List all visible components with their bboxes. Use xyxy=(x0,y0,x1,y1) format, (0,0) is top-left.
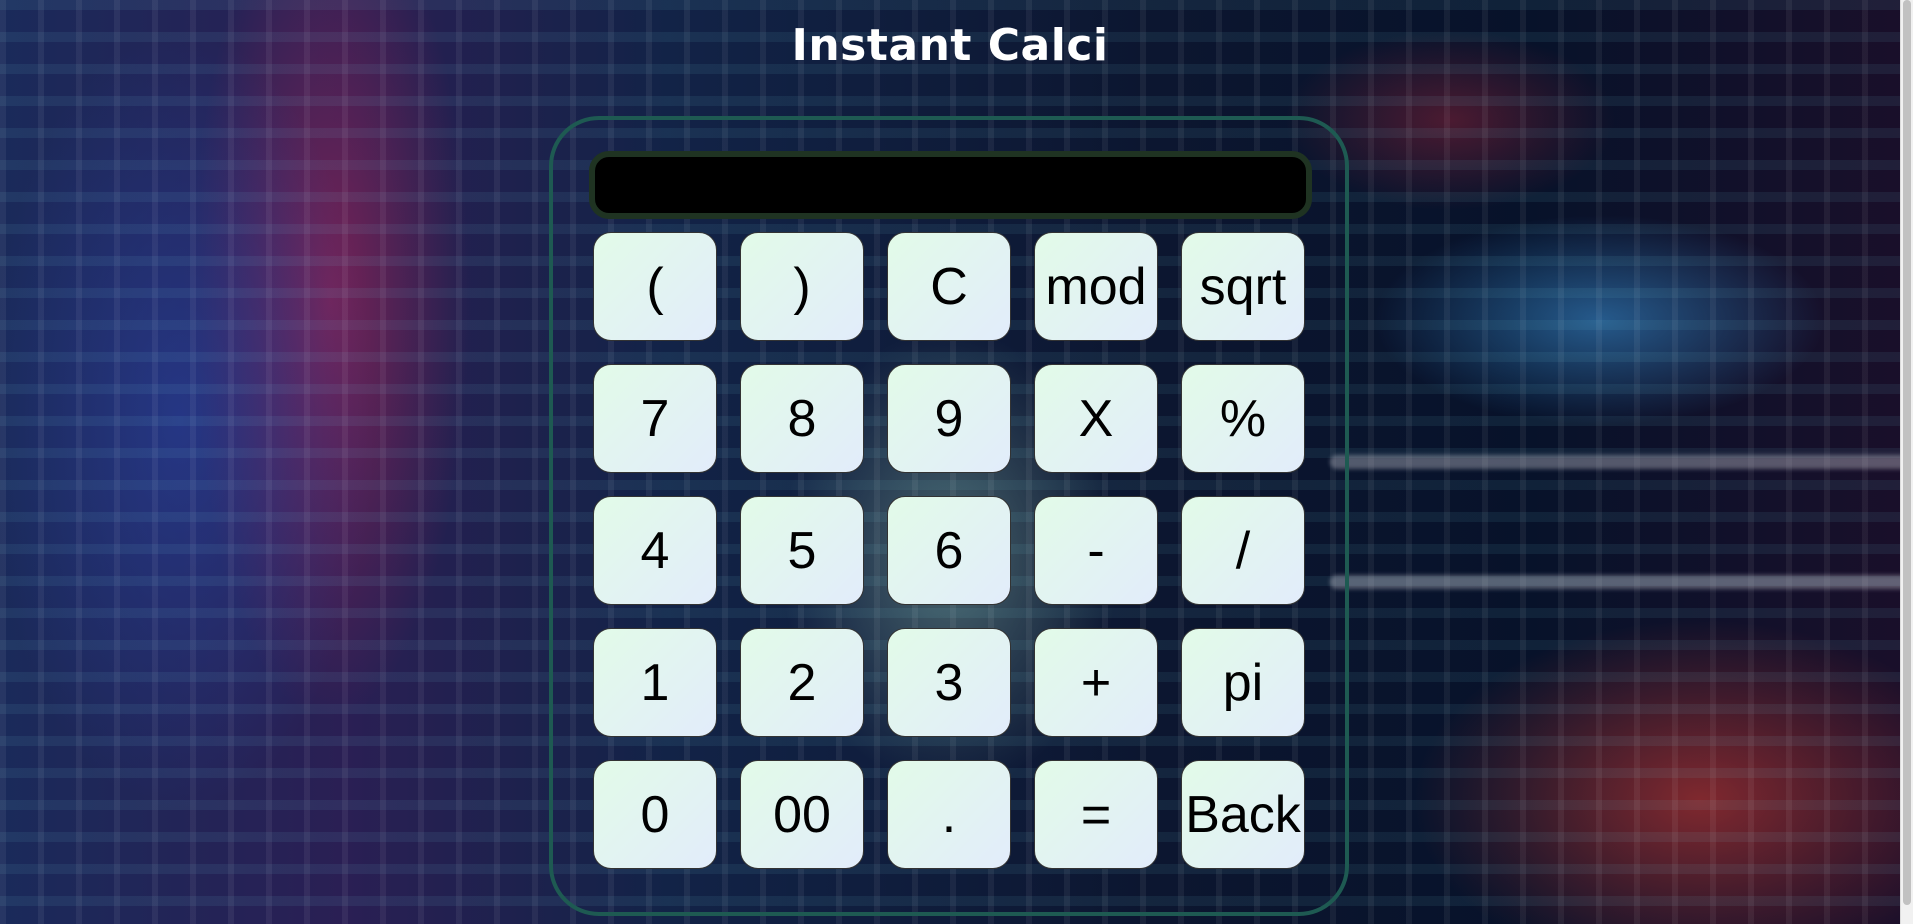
digit-3-button[interactable]: 3 xyxy=(887,628,1011,737)
digit-2-button[interactable]: 2 xyxy=(740,628,864,737)
equals-button[interactable]: = xyxy=(1034,760,1158,869)
double-zero-button[interactable]: 00 xyxy=(740,760,864,869)
keypad: ( ) C mod sqrt 7 8 9 X % 4 5 6 - / 1 2 3… xyxy=(593,232,1305,869)
digit-9-button[interactable]: 9 xyxy=(887,364,1011,473)
digit-5-button[interactable]: 5 xyxy=(740,496,864,605)
percent-button[interactable]: % xyxy=(1181,364,1305,473)
vertical-scrollbar[interactable] xyxy=(1900,0,1913,924)
multiply-button[interactable]: X xyxy=(1034,364,1158,473)
divide-button[interactable]: / xyxy=(1181,496,1305,605)
subtract-button[interactable]: - xyxy=(1034,496,1158,605)
digit-0-button[interactable]: 0 xyxy=(593,760,717,869)
background-code-line xyxy=(1330,455,1913,469)
add-button[interactable]: + xyxy=(1034,628,1158,737)
digit-6-button[interactable]: 6 xyxy=(887,496,1011,605)
digit-7-button[interactable]: 7 xyxy=(593,364,717,473)
calculator-display[interactable] xyxy=(589,151,1312,219)
decimal-point-button[interactable]: . xyxy=(887,760,1011,869)
background-code-line xyxy=(1330,575,1913,589)
close-paren-button[interactable]: ) xyxy=(740,232,864,341)
mod-button[interactable]: mod xyxy=(1034,232,1158,341)
backspace-button[interactable]: Back xyxy=(1181,760,1305,869)
pi-button[interactable]: pi xyxy=(1181,628,1305,737)
digit-1-button[interactable]: 1 xyxy=(593,628,717,737)
clear-button[interactable]: C xyxy=(887,232,1011,341)
sqrt-button[interactable]: sqrt xyxy=(1181,232,1305,341)
digit-4-button[interactable]: 4 xyxy=(593,496,717,605)
scrollbar-thumb[interactable] xyxy=(1903,0,1911,905)
open-paren-button[interactable]: ( xyxy=(593,232,717,341)
digit-8-button[interactable]: 8 xyxy=(740,364,864,473)
page-title: Instant Calci xyxy=(791,20,1109,71)
